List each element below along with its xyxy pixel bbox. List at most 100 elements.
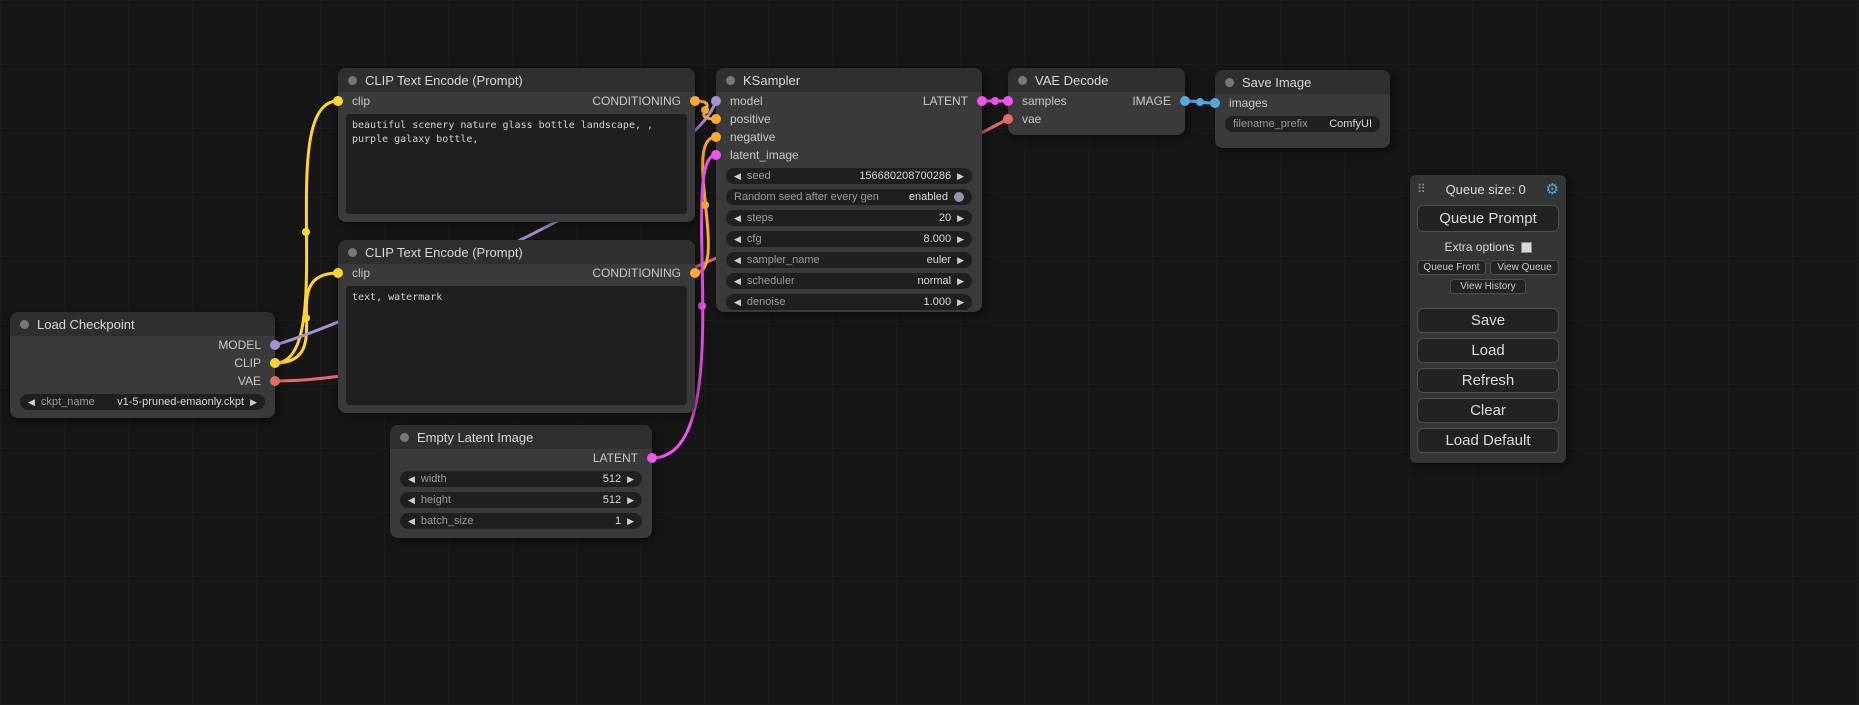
node-load-checkpoint[interactable]: Load Checkpoint MODEL CLIP VAE ◀ ckpt_na…: [10, 312, 275, 418]
left-arrow-icon[interactable]: ◀: [734, 256, 741, 265]
ckpt-name-widget[interactable]: ◀ ckpt_name v1-5-pruned-emaonly.ckpt ▶: [20, 394, 265, 410]
left-arrow-icon[interactable]: ◀: [408, 517, 415, 526]
left-arrow-icon[interactable]: ◀: [734, 298, 741, 307]
left-arrow-icon[interactable]: ◀: [28, 398, 35, 407]
graph-canvas[interactable]: Load Checkpoint MODEL CLIP VAE ◀ ckpt_na…: [0, 0, 1859, 705]
refresh-button[interactable]: Refresh: [1417, 368, 1559, 393]
collapse-dot-icon[interactable]: [20, 320, 29, 329]
sampler-name-widget[interactable]: ◀ sampler_name euler ▶: [726, 252, 972, 268]
node-title-bar[interactable]: Empty Latent Image: [390, 425, 652, 449]
right-arrow-icon[interactable]: ▶: [957, 277, 964, 286]
left-arrow-icon[interactable]: ◀: [734, 214, 741, 223]
collapse-dot-icon[interactable]: [348, 76, 357, 85]
slot-label-image-output: IMAGE: [1132, 94, 1171, 108]
scheduler-widget[interactable]: ◀ scheduler normal ▶: [726, 273, 972, 289]
node-ksampler[interactable]: KSampler model LATENT positive negative …: [716, 68, 982, 312]
left-arrow-icon[interactable]: ◀: [734, 235, 741, 244]
node-title-bar[interactable]: CLIP Text Encode (Prompt): [338, 68, 695, 92]
left-arrow-icon[interactable]: ◀: [408, 475, 415, 484]
model-input-dot[interactable]: [711, 96, 721, 106]
extra-options-checkbox[interactable]: [1521, 242, 1532, 253]
toggle-dot-icon[interactable]: [954, 192, 964, 202]
negative-input-dot[interactable]: [711, 132, 721, 142]
node-title-bar[interactable]: CLIP Text Encode (Prompt): [338, 240, 695, 264]
drag-handle-icon[interactable]: ⠿: [1417, 182, 1426, 196]
clear-button[interactable]: Clear: [1417, 398, 1559, 423]
left-arrow-icon[interactable]: ◀: [734, 172, 741, 181]
height-widget[interactable]: ◀ height 512 ▶: [400, 492, 642, 508]
slot-row: LATENT: [390, 449, 652, 467]
load-default-button[interactable]: Load Default: [1417, 428, 1559, 453]
queue-prompt-button[interactable]: Queue Prompt: [1417, 205, 1559, 232]
collapse-dot-icon[interactable]: [726, 76, 735, 85]
right-arrow-icon[interactable]: ▶: [957, 172, 964, 181]
slot-label-clip: CLIP: [234, 356, 261, 370]
widget-value: ComfyUI: [1329, 118, 1372, 130]
widget-value: v1-5-pruned-emaonly.ckpt: [117, 396, 244, 408]
node-title: CLIP Text Encode (Prompt): [365, 245, 523, 260]
node-title: Save Image: [1242, 75, 1311, 90]
slot-row: CLIP: [10, 354, 275, 372]
save-button[interactable]: Save: [1417, 308, 1559, 333]
left-arrow-icon[interactable]: ◀: [734, 277, 741, 286]
latent-output-dot[interactable]: [647, 453, 657, 463]
clip-input-dot[interactable]: [333, 96, 343, 106]
image-output-dot[interactable]: [1180, 96, 1190, 106]
load-button[interactable]: Load: [1417, 338, 1559, 363]
node-title-bar[interactable]: VAE Decode: [1008, 68, 1185, 92]
conditioning-output-dot[interactable]: [690, 96, 700, 106]
node-save-image[interactable]: Save Image images filename_prefix ComfyU…: [1215, 70, 1390, 148]
right-arrow-icon[interactable]: ▶: [957, 235, 964, 244]
steps-widget[interactable]: ◀ steps 20 ▶: [726, 210, 972, 226]
clip-output-dot[interactable]: [270, 358, 280, 368]
node-empty-latent-image[interactable]: Empty Latent Image LATENT ◀ width 512 ▶ …: [390, 425, 652, 538]
slot-label-model-input: model: [730, 94, 763, 108]
random-seed-toggle-widget[interactable]: Random seed after every gen enabled: [726, 189, 972, 205]
view-history-button[interactable]: View History: [1450, 279, 1526, 294]
node-title-bar[interactable]: KSampler: [716, 68, 982, 92]
cfg-widget[interactable]: ◀ cfg 8.000 ▶: [726, 231, 972, 247]
node-title-bar[interactable]: Load Checkpoint: [10, 312, 275, 336]
node-clip-text-encode-negative[interactable]: CLIP Text Encode (Prompt) clip CONDITION…: [338, 240, 695, 413]
widget-label: sampler_name: [747, 254, 820, 266]
right-arrow-icon[interactable]: ▶: [627, 496, 634, 505]
right-arrow-icon[interactable]: ▶: [957, 214, 964, 223]
view-queue-button[interactable]: View Queue: [1490, 260, 1559, 275]
right-arrow-icon[interactable]: ▶: [250, 398, 257, 407]
filename-prefix-widget[interactable]: filename_prefix ComfyUI: [1225, 116, 1380, 132]
collapse-dot-icon[interactable]: [348, 248, 357, 257]
collapse-dot-icon[interactable]: [1018, 76, 1027, 85]
vae-input-dot[interactable]: [1003, 114, 1013, 124]
negative-prompt-textarea[interactable]: text, watermark: [346, 286, 687, 405]
samples-input-dot[interactable]: [1003, 96, 1013, 106]
model-output-dot[interactable]: [270, 340, 280, 350]
right-arrow-icon[interactable]: ▶: [957, 256, 964, 265]
vae-output-dot[interactable]: [270, 376, 280, 386]
images-input-dot[interactable]: [1210, 98, 1220, 108]
latent-output-dot[interactable]: [977, 96, 987, 106]
positive-input-dot[interactable]: [711, 114, 721, 124]
queue-panel[interactable]: ⠿ Queue size: 0 ⚙ Queue Prompt Extra opt…: [1410, 175, 1566, 463]
denoise-widget[interactable]: ◀ denoise 1.000 ▶: [726, 294, 972, 310]
node-clip-text-encode-positive[interactable]: CLIP Text Encode (Prompt) clip CONDITION…: [338, 68, 695, 222]
conditioning-output-dot[interactable]: [690, 268, 700, 278]
slot-row: images: [1215, 94, 1390, 112]
collapse-dot-icon[interactable]: [400, 433, 409, 442]
latent-image-input-dot[interactable]: [711, 150, 721, 160]
right-arrow-icon[interactable]: ▶: [627, 517, 634, 526]
left-arrow-icon[interactable]: ◀: [408, 496, 415, 505]
slot-label-latent-image-input: latent_image: [730, 148, 799, 162]
settings-gear-icon[interactable]: ⚙: [1546, 182, 1559, 197]
width-widget[interactable]: ◀ width 512 ▶: [400, 471, 642, 487]
node-vae-decode[interactable]: VAE Decode samples IMAGE vae: [1008, 68, 1185, 135]
right-arrow-icon[interactable]: ▶: [957, 298, 964, 307]
collapse-dot-icon[interactable]: [1225, 78, 1234, 87]
widget-value: 512: [603, 473, 621, 485]
right-arrow-icon[interactable]: ▶: [627, 475, 634, 484]
positive-prompt-textarea[interactable]: beautiful scenery nature glass bottle la…: [346, 114, 687, 214]
node-title-bar[interactable]: Save Image: [1215, 70, 1390, 94]
queue-front-button[interactable]: Queue Front: [1417, 260, 1486, 275]
clip-input-dot[interactable]: [333, 268, 343, 278]
batch-size-widget[interactable]: ◀ batch_size 1 ▶: [400, 513, 642, 529]
seed-widget[interactable]: ◀ seed 156680208700286 ▶: [726, 168, 972, 184]
